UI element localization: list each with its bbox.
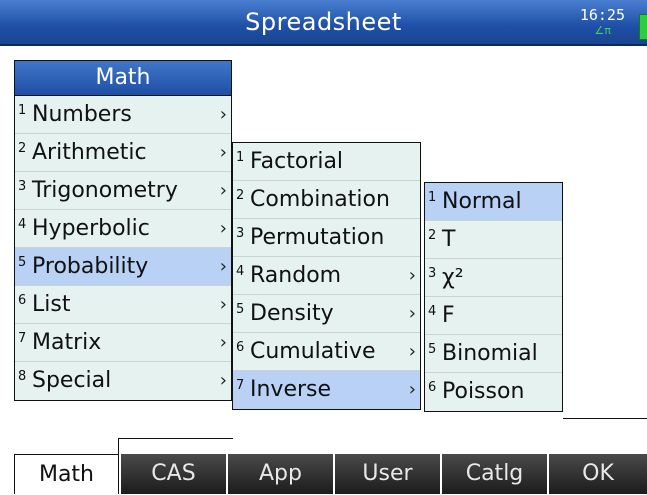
item-number: 4 [236, 264, 245, 279]
chevron-right-icon: › [408, 303, 416, 324]
menu-item-combination[interactable]: 2 Combination [233, 181, 420, 219]
item-number: 1 [18, 103, 27, 118]
battery-icon [639, 14, 647, 40]
tab-connector-line [118, 438, 233, 439]
chevron-right-icon: › [219, 180, 227, 201]
clock: 16:25 [579, 6, 625, 24]
item-number: 2 [428, 228, 437, 243]
chevron-right-icon: › [408, 265, 416, 286]
math-menu: Math 1 Numbers › 2 Arithmetic › 3 Trigonome… [14, 60, 232, 401]
menu-item-permutation[interactable]: 3 Permutation [233, 219, 420, 257]
chevron-right-icon: › [219, 256, 227, 277]
angle-mode-indicator: ∠π [594, 24, 611, 37]
item-number: 5 [18, 255, 27, 270]
item-number: 4 [18, 217, 27, 232]
chevron-right-icon: › [219, 218, 227, 239]
menu-item-normal[interactable]: 1 Normal [425, 183, 562, 221]
menu-item-inverse[interactable]: 7 Inverse › [233, 371, 420, 409]
item-label: Poisson [442, 379, 525, 404]
chevron-right-icon: › [219, 332, 227, 353]
menu-item-matrix[interactable]: 7 Matrix › [15, 324, 231, 362]
chevron-right-icon: › [408, 379, 416, 400]
item-label: Cumulative [250, 339, 376, 364]
item-label: Normal [442, 189, 522, 214]
item-label: Random [250, 263, 342, 288]
item-number: 6 [18, 293, 27, 308]
menu-item-chi-squared[interactable]: 3 χ² [425, 259, 562, 297]
item-number: 7 [236, 378, 245, 393]
item-number: 5 [428, 342, 437, 357]
softkey-cas[interactable]: CAS [119, 454, 226, 494]
item-number: 8 [18, 369, 27, 384]
item-label: List [32, 292, 71, 317]
item-number: 4 [428, 304, 437, 319]
chevron-right-icon: › [219, 370, 227, 391]
menu-item-density[interactable]: 5 Density › [233, 295, 420, 333]
probability-submenu: 1 Factorial 2 Combination 3 Permutation 4 Ra… [232, 142, 421, 410]
item-number: 2 [18, 141, 27, 156]
menu-item-f[interactable]: 4F [425, 297, 562, 335]
item-number: 1 [428, 190, 437, 205]
softkey-catlg[interactable]: Catlg [440, 454, 547, 494]
item-label: χ² [442, 265, 464, 290]
item-label: Density [250, 301, 334, 326]
item-label: Probability [32, 254, 149, 279]
menu-item-poisson[interactable]: 6 Poisson [425, 373, 562, 411]
item-number: 3 [428, 266, 437, 281]
tab-connector-line [563, 418, 647, 419]
item-label: F [442, 303, 455, 328]
chevron-right-icon: › [408, 341, 416, 362]
softkey-bar: Math CAS App User Catlg OK [0, 454, 647, 494]
menu-item-cumulative[interactable]: 6 Cumulative › [233, 333, 420, 371]
math-menu-header: Math [15, 61, 231, 96]
item-label: Special [32, 368, 112, 393]
menu-item-binomial[interactable]: 5 Binomial [425, 335, 562, 373]
softkey-ok[interactable]: OK [547, 454, 647, 494]
app-title: Spreadsheet [245, 8, 402, 36]
softkey-math[interactable]: Math [14, 454, 119, 494]
menu-item-list[interactable]: 6 List › [15, 286, 231, 324]
chevron-right-icon: › [219, 294, 227, 315]
menu-item-hyperbolic[interactable]: 4 Hyperbolic › [15, 210, 231, 248]
item-number: 3 [236, 226, 245, 241]
menu-item-random[interactable]: 4 Random › [233, 257, 420, 295]
chevron-right-icon: › [219, 142, 227, 163]
item-number: 6 [236, 340, 245, 355]
item-label: T [442, 227, 456, 252]
item-label: Hyperbolic [32, 216, 150, 241]
item-label: Arithmetic [32, 140, 147, 165]
item-number: 2 [236, 188, 245, 203]
menu-item-probability[interactable]: 5 Probability › [15, 248, 231, 286]
item-label: Trigonometry [32, 178, 178, 203]
item-number: 5 [236, 302, 245, 317]
menu-item-arithmetic[interactable]: 2 Arithmetic › [15, 134, 231, 172]
item-label: Permutation [250, 225, 385, 250]
menu-item-trigonometry[interactable]: 3 Trigonometry › [15, 172, 231, 210]
item-number: 3 [18, 179, 27, 194]
tab-connector-line [118, 438, 119, 455]
item-label: Numbers [32, 102, 132, 127]
item-label: Binomial [442, 341, 538, 366]
item-label: Matrix [32, 330, 102, 355]
item-number: 1 [236, 150, 245, 165]
menu-item-special[interactable]: 8 Special › [15, 362, 231, 400]
chevron-right-icon: › [219, 104, 227, 125]
inverse-submenu: 1 Normal 2T 3 χ² 4F 5 Binomial 6 Poisson [424, 182, 563, 412]
menu-item-t[interactable]: 2T [425, 221, 562, 259]
item-label: Factorial [250, 149, 344, 174]
item-label: Combination [250, 187, 390, 212]
softkey-app[interactable]: App [226, 454, 333, 494]
title-bar: Spreadsheet 16:25 ∠π [0, 0, 647, 46]
menu-item-numbers[interactable]: 1 Numbers › [15, 96, 231, 134]
softkey-user[interactable]: User [333, 454, 440, 494]
item-number: 6 [428, 380, 437, 395]
menu-item-factorial[interactable]: 1 Factorial [233, 143, 420, 181]
item-label: Inverse [250, 377, 332, 402]
item-number: 7 [18, 331, 27, 346]
